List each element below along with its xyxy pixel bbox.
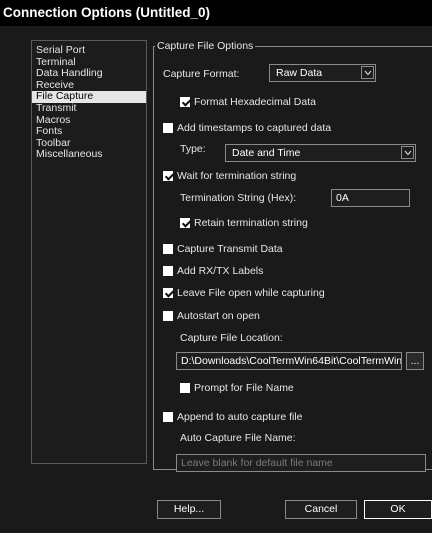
prompt-filename-label: Prompt for File Name [194,382,294,394]
format-hex-label: Format Hexadecimal Data [194,96,316,108]
nav-item-serial-port[interactable]: Serial Port [32,44,146,57]
cancel-button[interactable]: Cancel [285,500,357,519]
autostart-label: Autostart on open [177,310,260,322]
retain-termination-checkbox[interactable] [180,218,190,228]
autostart-checkbox[interactable] [163,311,173,321]
termination-string-label: Termination String (Hex): [180,192,297,204]
timestamp-type-select[interactable]: Date and Time [225,144,416,162]
options-category-list[interactable]: Serial Port Terminal Data Handling Recei… [31,40,147,464]
nav-item-transmit[interactable]: Transmit [32,102,146,115]
capture-options-group [153,46,432,470]
retain-termination-label: Retain termination string [194,217,308,229]
ok-button[interactable]: OK [364,500,432,519]
nav-item-miscellaneous[interactable]: Miscellaneous [32,149,146,161]
group-legend: Capture File Options [155,40,256,52]
chevron-down-icon [361,66,374,79]
nav-item-fonts[interactable]: Fonts [32,126,146,138]
leave-open-checkbox[interactable] [163,288,173,298]
timestamps-label: Add timestamps to captured data [177,122,332,134]
timestamp-type-value: Date and Time [232,147,301,159]
capture-transmit-checkbox[interactable] [163,244,173,254]
format-hex-checkbox[interactable] [180,97,190,107]
rxtx-labels-checkbox[interactable] [163,266,173,276]
termination-string-input[interactable]: 0A [331,189,410,207]
window-title: Connection Options (Untitled_0) [0,0,432,26]
timestamps-checkbox[interactable] [163,123,173,133]
browse-button[interactable]: ... [406,352,424,370]
auto-capture-name-label: Auto Capture File Name: [180,432,296,444]
chevron-down-icon [401,146,414,159]
capture-format-label: Capture Format: [163,68,240,80]
capture-transmit-label: Capture Transmit Data [177,243,283,255]
rxtx-labels-label: Add RX/TX Labels [177,265,264,277]
capture-format-value: Raw Data [276,67,323,79]
capture-location-input[interactable]: D:\Downloads\CoolTermWin64Bit\CoolTermWi… [176,352,402,370]
capture-format-select[interactable]: Raw Data [269,64,376,82]
prompt-filename-checkbox[interactable] [180,383,190,393]
type-label: Type: [180,143,206,155]
capture-location-label: Capture File Location: [180,332,283,344]
wait-termination-label: Wait for termination string [177,170,297,182]
append-capture-checkbox[interactable] [163,412,173,422]
append-capture-label: Append to auto capture file [177,411,303,423]
help-button[interactable]: Help... [157,500,221,519]
leave-open-label: Leave File open while capturing [177,287,325,299]
auto-capture-name-input[interactable]: Leave blank for default file name [176,454,426,472]
wait-termination-checkbox[interactable] [163,171,173,181]
